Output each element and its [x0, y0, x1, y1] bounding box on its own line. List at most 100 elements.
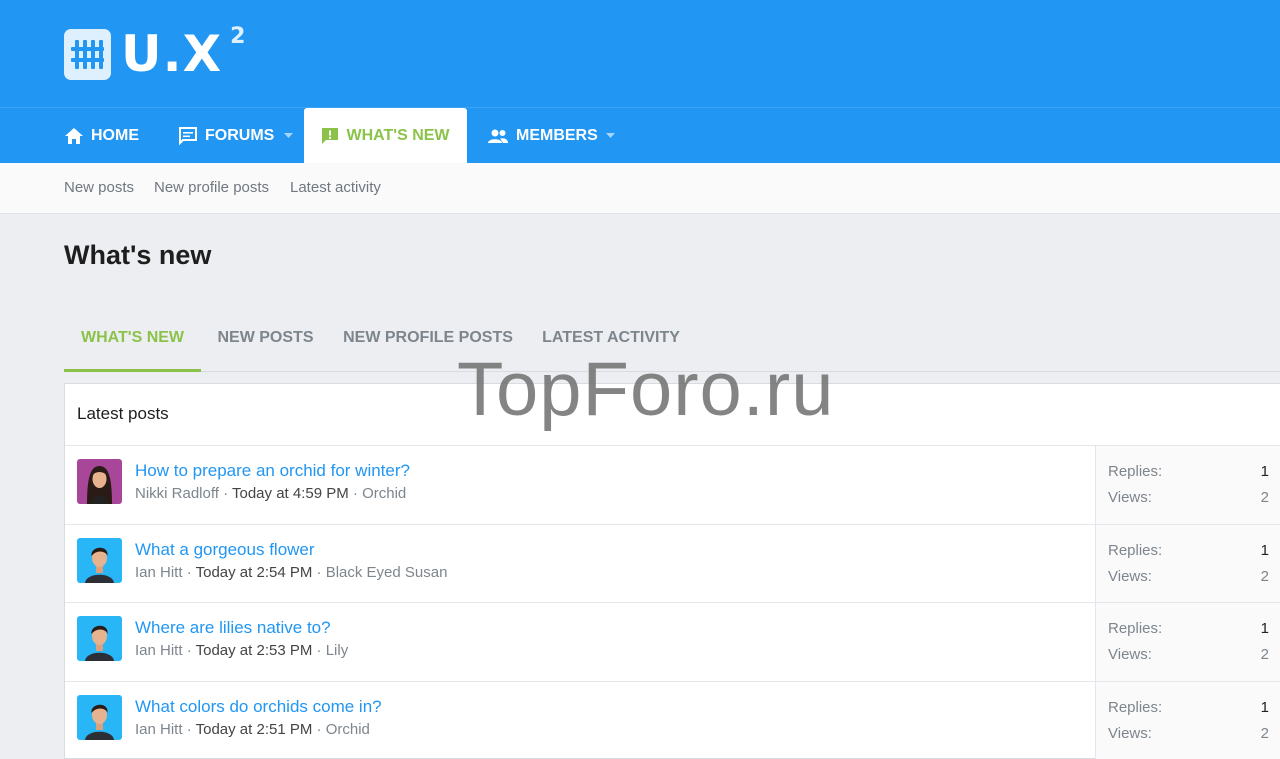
site-logo[interactable]: U.X 2 — [64, 24, 246, 83]
logo-mark-icon — [64, 29, 111, 80]
replies-stat: Replies: 1 — [1108, 620, 1269, 637]
table-row: What colors do orchids come in? Ian Hitt… — [65, 681, 1280, 759]
thread-main: Where are lilies native to? Ian Hitt · T… — [65, 603, 1095, 681]
avatar[interactable] — [77, 537, 122, 583]
subnav-new-profile-posts[interactable]: New profile posts — [154, 163, 269, 213]
tab-whats-new[interactable]: WHAT'S NEW — [64, 315, 201, 372]
replies-label: Replies: — [1108, 541, 1163, 559]
replies-label: Replies: — [1108, 698, 1163, 716]
thread-stats: Replies: 1 Views: 2 — [1095, 603, 1280, 681]
views-stat: Views: 2 — [1108, 725, 1269, 742]
thread-meta: Ian Hitt · Today at 2:54 PM · Black Eyed… — [135, 564, 447, 581]
alert-message-icon — [322, 128, 339, 144]
nav-members[interactable]: MEMBERS — [487, 108, 598, 164]
subnav-new-posts[interactable]: New posts — [64, 163, 134, 213]
nav-home-label: HOME — [91, 127, 139, 144]
site-header: U.X 2 — [0, 0, 1280, 107]
nav-whats-new[interactable]: WHAT'S NEW — [304, 108, 467, 164]
meta-separator: · — [223, 485, 229, 502]
views-stat: Views: 2 — [1108, 646, 1269, 663]
views-count: 2 — [1260, 724, 1269, 742]
thread-main: What colors do orchids come in? Ian Hitt… — [65, 682, 1095, 759]
main-nav: HOME FORUMS WHAT'S NEW MEMBERS — [0, 107, 1280, 164]
views-label: Views: — [1108, 567, 1152, 585]
members-icon — [488, 129, 508, 143]
sub-nav: New posts New profile posts Latest activ… — [0, 163, 1280, 214]
thread-meta: Ian Hitt · Today at 2:53 PM · Lily — [135, 642, 348, 659]
table-row: How to prepare an orchid for winter? Nik… — [65, 446, 1280, 525]
chevron-down-icon — [284, 133, 293, 138]
table-row: Where are lilies native to? Ian Hitt · T… — [65, 603, 1280, 682]
thread-author-link[interactable]: Nikki Radloff — [135, 485, 219, 502]
views-label: Views: — [1108, 646, 1152, 663]
views-count: 2 — [1260, 646, 1269, 663]
replies-stat: Replies: 1 — [1108, 699, 1269, 716]
thread-title-link[interactable]: What a gorgeous flower — [135, 540, 315, 560]
thread-title-link[interactable]: What colors do orchids come in? — [135, 697, 382, 717]
tab-latest-activity[interactable]: LATEST ACTIVITY — [526, 315, 696, 372]
views-label: Views: — [1108, 489, 1152, 506]
replies-count: 1 — [1260, 463, 1269, 480]
thread-time[interactable]: Today at 2:54 PM — [196, 564, 313, 581]
meta-separator: · — [352, 485, 358, 502]
avatar[interactable] — [77, 616, 122, 661]
thread-time[interactable]: Today at 4:59 PM — [232, 485, 349, 502]
replies-label: Replies: — [1108, 620, 1163, 637]
latest-posts-block: Latest posts How to prepare an orchid fo… — [64, 383, 1280, 759]
logo-text: U.X — [121, 25, 223, 83]
page-title: What's new — [64, 240, 212, 270]
thread-forum-link[interactable]: Lily — [326, 642, 349, 659]
replies-label: Replies: — [1108, 463, 1163, 480]
members-dropdown-toggle[interactable] — [606, 108, 615, 164]
thread-stats: Replies: 1 Views: 2 — [1095, 681, 1280, 759]
tab-new-profile-posts[interactable]: NEW PROFILE POSTS — [330, 315, 526, 372]
views-count: 2 — [1260, 489, 1269, 506]
home-icon — [65, 128, 83, 144]
avatar[interactable] — [77, 694, 122, 740]
thread-title-link[interactable]: Where are lilies native to? — [135, 618, 331, 638]
thread-forum-link[interactable]: Orchid — [362, 485, 406, 502]
replies-stat: Replies: 1 — [1108, 542, 1269, 559]
views-stat: Views: 2 — [1108, 568, 1269, 585]
thread-forum-link[interactable]: Orchid — [326, 721, 370, 738]
thread-time[interactable]: Today at 2:51 PM — [196, 721, 313, 738]
block-title: Latest posts — [65, 384, 1280, 446]
thread-meta: Ian Hitt · Today at 2:51 PM · Orchid — [135, 721, 370, 738]
thread-time[interactable]: Today at 2:53 PM — [196, 642, 313, 659]
table-row: What a gorgeous flower Ian Hitt · Today … — [65, 524, 1280, 603]
thread-stats: Replies: 1 Views: 2 — [1095, 524, 1280, 602]
thread-title-link[interactable]: How to prepare an orchid for winter? — [135, 461, 410, 481]
subnav-latest-activity[interactable]: Latest activity — [290, 163, 381, 213]
avatar[interactable] — [77, 459, 122, 504]
meta-separator: · — [316, 720, 322, 738]
nav-whats-new-label: WHAT'S NEW — [346, 127, 450, 144]
thread-forum-link[interactable]: Black Eyed Susan — [326, 564, 448, 581]
thread-meta: Nikki Radloff · Today at 4:59 PM · Orchi… — [135, 485, 406, 502]
nav-members-label: MEMBERS — [516, 127, 598, 144]
replies-count: 1 — [1260, 541, 1269, 559]
nav-forums[interactable]: FORUMS — [178, 108, 274, 164]
meta-separator: · — [316, 642, 322, 659]
tab-new-posts[interactable]: NEW POSTS — [201, 315, 330, 372]
chevron-down-icon — [606, 133, 615, 138]
thread-author-link[interactable]: Ian Hitt — [135, 642, 183, 659]
views-count: 2 — [1260, 567, 1269, 585]
meta-separator: · — [186, 642, 192, 659]
views-label: Views: — [1108, 724, 1152, 742]
tab-bar: WHAT'S NEW NEW POSTS NEW PROFILE POSTS L… — [64, 315, 1280, 372]
views-stat: Views: 2 — [1108, 489, 1269, 506]
logo-superscript: 2 — [230, 24, 246, 49]
meta-separator: · — [316, 563, 322, 581]
meta-separator: · — [186, 720, 192, 738]
meta-separator: · — [186, 563, 192, 581]
thread-main: What a gorgeous flower Ian Hitt · Today … — [65, 525, 1095, 603]
nav-home[interactable]: HOME — [64, 108, 139, 164]
replies-count: 1 — [1260, 698, 1269, 716]
thread-author-link[interactable]: Ian Hitt — [135, 564, 183, 581]
forums-icon — [179, 127, 197, 145]
thread-author-link[interactable]: Ian Hitt — [135, 721, 183, 738]
nav-forums-label: FORUMS — [205, 127, 275, 144]
thread-main: How to prepare an orchid for winter? Nik… — [65, 446, 1095, 524]
forums-dropdown-toggle[interactable] — [284, 108, 293, 164]
replies-stat: Replies: 1 — [1108, 463, 1269, 480]
